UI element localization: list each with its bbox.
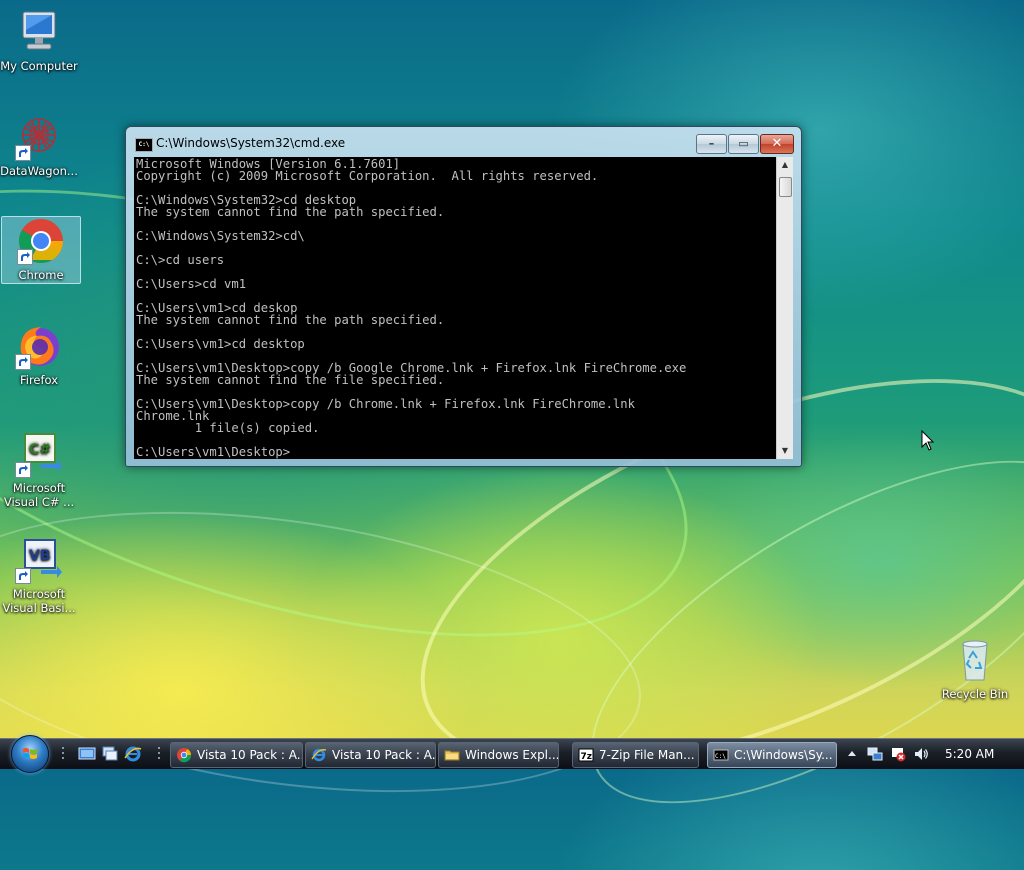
chrome-icon xyxy=(177,748,192,763)
desktop-icon-label: Microsoft Visual Basi... xyxy=(2,587,76,615)
datawagon-icon xyxy=(15,113,63,161)
shortcut-arrow-icon xyxy=(17,249,33,265)
show-desktop-icon[interactable] xyxy=(78,745,96,763)
shortcut-arrow-icon xyxy=(15,354,31,370)
taskbar: Vista 10 Pack : A... Vista 10 Pack : A..… xyxy=(0,735,1024,773)
seven-zip-icon: 7z xyxy=(578,748,594,762)
svg-text:VB: VB xyxy=(29,548,51,564)
desktop-icon-label: DataWagon... xyxy=(0,164,78,178)
chrome-icon xyxy=(17,217,65,265)
desktop-icon-recycle-bin[interactable]: Recycle Bin xyxy=(936,636,1014,701)
desktop-icon-chrome[interactable]: Chrome xyxy=(1,216,81,284)
cmd-icon: C:\ xyxy=(713,749,729,761)
svg-text:C#: C# xyxy=(29,442,51,458)
desktop-icon-label: Microsoft Visual C# ... xyxy=(3,481,75,509)
desktop-icon-label: Recycle Bin xyxy=(941,687,1009,701)
visual-basic-icon: VB xyxy=(15,536,63,584)
desktop-icon-label: Firefox xyxy=(19,373,59,387)
taskbar-button-label: Vista 10 Pack : A... xyxy=(332,748,436,762)
desktop-icon-my-computer[interactable]: My Computer xyxy=(0,8,78,73)
taskbar-button-7zip[interactable]: 7z 7-Zip File Man... xyxy=(572,742,699,768)
console-line: C:\Users\vm1>cd desktop xyxy=(136,337,305,351)
close-button[interactable]: ✕ xyxy=(760,134,794,154)
console-line: C:\Users\vm1\Desktop> xyxy=(136,445,291,459)
scroll-down-arrow-icon[interactable]: ▼ xyxy=(777,443,793,459)
scroll-thumb[interactable] xyxy=(779,177,792,197)
volume-icon[interactable] xyxy=(913,746,929,762)
shortcut-arrow-icon xyxy=(15,462,31,478)
taskbar-button-cmd[interactable]: C:\ C:\Windows\Sy... xyxy=(707,742,837,768)
firefox-icon xyxy=(15,322,63,370)
mouse-cursor-icon xyxy=(921,429,935,455)
close-icon: ✕ xyxy=(771,136,783,151)
quick-launch-grip-icon xyxy=(62,747,64,759)
taskbar-button-label: 7-Zip File Man... xyxy=(599,748,695,762)
desktop-icon-visual-basic[interactable]: VB Microsoft Visual Basi... xyxy=(0,536,78,615)
console-line: The system cannot find the path specifie… xyxy=(136,313,445,327)
show-hidden-icons-icon[interactable] xyxy=(844,746,860,762)
desktop-icon-visual-csharp[interactable]: C# Microsoft Visual C# ... xyxy=(0,430,78,509)
start-button[interactable] xyxy=(11,735,49,773)
console-line: The system cannot find the file specifie… xyxy=(136,373,445,387)
maximize-button[interactable]: ▭ xyxy=(728,134,759,154)
recycle-bin-icon xyxy=(951,636,999,684)
console-line: C:\Users\vm1\Desktop>copy /b Chrome.lnk … xyxy=(136,397,635,411)
action-center-warning-icon[interactable] xyxy=(890,746,906,762)
console-line: 1 file(s) copied. xyxy=(136,421,320,435)
console-text: Microsoft Windows [Version 6.1.7601] Copy… xyxy=(134,157,776,459)
taskbar-clock[interactable]: 5:20 AM xyxy=(945,747,994,761)
console-line: C:\>cd users xyxy=(136,253,225,267)
wallpaper-swoosh xyxy=(0,470,659,834)
taskbar-button-label: C:\Windows\Sy... xyxy=(734,748,833,762)
minimize-button[interactable]: – xyxy=(696,134,727,154)
cmd-window[interactable]: C:\ C:\Windows\System32\cmd.exe – ▭ ✕ Mi… xyxy=(125,126,802,467)
internet-explorer-icon xyxy=(311,748,327,762)
visual-csharp-icon: C# xyxy=(15,430,63,478)
quick-launch-separator-icon xyxy=(158,747,160,759)
internet-explorer-icon[interactable] xyxy=(124,745,142,763)
desktop-icon-label: Chrome xyxy=(18,268,64,282)
cmd-window-title: C:\Windows\System32\cmd.exe xyxy=(156,136,346,150)
taskbar-button-ie[interactable]: Vista 10 Pack : A... xyxy=(305,742,436,768)
maximize-icon: ▭ xyxy=(738,137,749,150)
cmd-window-titlebar[interactable]: C:\ C:\Windows\System32\cmd.exe – ▭ ✕ xyxy=(126,127,801,157)
scroll-up-arrow-icon[interactable]: ▲ xyxy=(777,157,793,173)
console-line: C:\Windows\System32>cd\ xyxy=(136,229,305,243)
taskbar-button-label: Vista 10 Pack : A... xyxy=(197,748,303,762)
network-icon[interactable] xyxy=(867,746,883,762)
desktop-icon-firefox[interactable]: Firefox xyxy=(0,322,78,387)
console-line: Copyright (c) 2009 Microsoft Corporation… xyxy=(136,169,599,183)
minimize-icon: – xyxy=(708,137,715,150)
windows-logo-icon xyxy=(23,748,37,759)
svg-text:7z: 7z xyxy=(581,752,593,762)
console-output[interactable]: Microsoft Windows [Version 6.1.7601] Copy… xyxy=(134,157,776,459)
vertical-scrollbar[interactable]: ▲ ▼ xyxy=(776,157,793,459)
shortcut-arrow-icon xyxy=(15,568,31,584)
cmd-icon: C:\ xyxy=(135,138,153,152)
taskbar-button-chrome[interactable]: Vista 10 Pack : A... xyxy=(170,742,303,768)
shortcut-arrow-icon xyxy=(15,145,31,161)
console-line: The system cannot find the path specifie… xyxy=(136,205,445,219)
taskbar-button-explorer[interactable]: Windows Expl... xyxy=(438,742,559,768)
desktop-icon-datawagon[interactable]: DataWagon... xyxy=(0,113,78,178)
desktop-icon-label: My Computer xyxy=(0,59,78,73)
computer-icon xyxy=(15,8,63,56)
console-line: C:\Users>cd vm1 xyxy=(136,277,247,291)
folder-icon xyxy=(444,750,460,761)
svg-text:C:\: C:\ xyxy=(715,753,726,760)
switch-windows-icon[interactable] xyxy=(101,745,119,763)
taskbar-button-label: Windows Expl... xyxy=(465,748,559,762)
